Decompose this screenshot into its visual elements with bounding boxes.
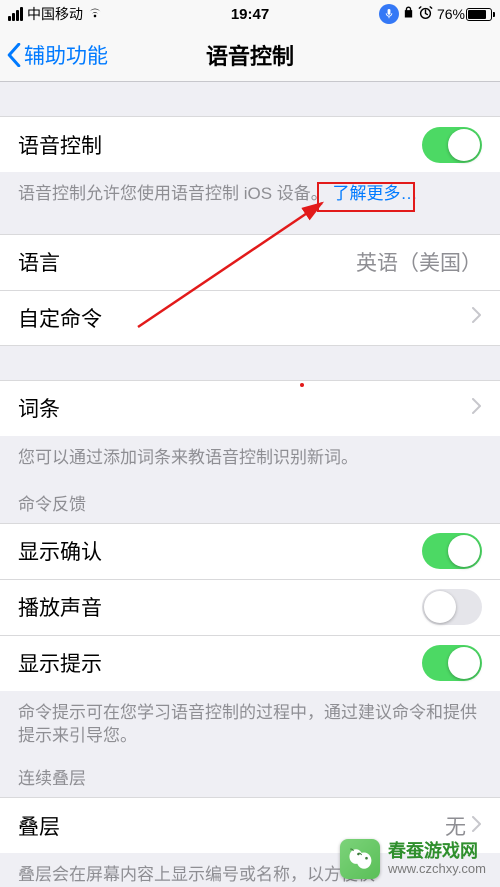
voice-control-label: 语音控制: [18, 130, 102, 160]
cellular-signal-icon: [8, 7, 23, 21]
status-right: 76%: [379, 4, 492, 24]
status-left: 中国移动: [8, 4, 103, 24]
status-bar: 中国移动 19:47 76%: [0, 0, 500, 28]
alarm-icon: [418, 5, 433, 24]
row-vocabulary[interactable]: 词条: [0, 380, 500, 436]
language-label: 语言: [18, 247, 60, 277]
section-header-command-feedback: 命令反馈: [0, 470, 500, 523]
watermark-title: 春蚕游戏网: [388, 841, 486, 862]
vocabulary-footer: 您可以通过添加词条来教语音控制识别新词。: [0, 436, 500, 470]
group-command-feedback: 显示确认 播放声音 显示提示 命令提示可在您学习语音控制的过程中，通过建议命令和…: [0, 523, 500, 749]
row-show-hints[interactable]: 显示提示: [0, 635, 500, 691]
row-play-sound[interactable]: 播放声音: [0, 579, 500, 635]
show-confirm-label: 显示确认: [18, 536, 102, 566]
page-title: 语音控制: [0, 39, 500, 71]
group-vocabulary: 词条 您可以通过添加词条来教语音控制识别新词。: [0, 380, 500, 470]
watermark-logo-icon: [340, 839, 380, 879]
watermark-text: 春蚕游戏网 www.czchxy.com: [388, 841, 486, 877]
show-confirm-switch[interactable]: [422, 533, 482, 569]
language-value: 英语（美国）: [356, 247, 482, 277]
carrier-label: 中国移动: [27, 4, 83, 24]
custom-commands-label: 自定命令: [18, 303, 102, 333]
section-header-overlay: 连续叠层: [0, 748, 500, 797]
vocabulary-label: 词条: [18, 393, 60, 423]
battery-icon: [466, 8, 492, 21]
status-time: 19:47: [231, 6, 269, 23]
play-sound-switch[interactable]: [422, 589, 482, 625]
row-show-confirm[interactable]: 显示确认: [0, 523, 500, 579]
chevron-right-icon: [472, 398, 482, 419]
phone-screen: 中国移动 19:47 76% 辅助功能 语: [0, 0, 500, 887]
voice-control-footer-text: 语音控制允许您使用语音控制 iOS 设备。: [18, 184, 328, 203]
voice-control-switch[interactable]: [422, 127, 482, 163]
wifi-icon: [87, 4, 103, 24]
learn-more-link[interactable]: 了解更多…: [333, 184, 418, 203]
group-voice-control: 语音控制 语音控制允许您使用语音控制 iOS 设备。 了解更多…: [0, 116, 500, 206]
row-voice-control[interactable]: 语音控制: [0, 116, 500, 172]
show-hints-label: 显示提示: [18, 648, 102, 678]
hints-footer: 命令提示可在您学习语音控制的过程中，通过建议命令和提供提示来引导您。: [0, 691, 500, 749]
group-language: 语言 英语（美国） 自定命令: [0, 234, 500, 346]
voice-control-indicator-icon: [379, 4, 399, 24]
voice-control-footer: 语音控制允许您使用语音控制 iOS 设备。 了解更多…: [0, 172, 500, 206]
row-custom-commands[interactable]: 自定命令: [0, 290, 500, 346]
chevron-right-icon: [472, 307, 482, 328]
annotation-dot: [300, 383, 304, 387]
show-hints-switch[interactable]: [422, 645, 482, 681]
battery-indicator: 76%: [437, 6, 492, 22]
row-language[interactable]: 语言 英语（美国）: [0, 234, 500, 290]
watermark: 春蚕游戏网 www.czchxy.com: [0, 831, 500, 887]
watermark-url: www.czchxy.com: [388, 862, 486, 877]
orientation-lock-icon: [403, 5, 414, 23]
battery-percent: 76%: [437, 6, 465, 22]
play-sound-label: 播放声音: [18, 592, 102, 622]
nav-header: 辅助功能 语音控制: [0, 28, 500, 82]
